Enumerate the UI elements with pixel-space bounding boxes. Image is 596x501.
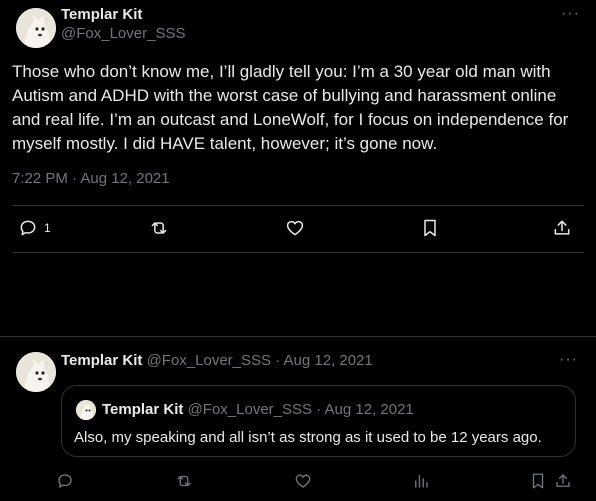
retweet-icon: [148, 218, 170, 238]
reply-author-avatar[interactable]: [16, 352, 56, 392]
quoted-author-name: Templar Kit: [102, 401, 184, 418]
retweet-button[interactable]: [148, 218, 170, 238]
tweet-text: Those who don’t know me, I’ll gladly tel…: [12, 62, 569, 153]
retweet-icon: [174, 472, 194, 490]
quoted-author-avatar: [76, 400, 96, 420]
heart-icon: [294, 472, 312, 490]
reply-author-name[interactable]: Templar Kit: [61, 352, 142, 369]
quoted-meta: @Fox_Lover_SSS · Aug 12, 2021: [187, 401, 414, 418]
bookmark-icon: [529, 472, 547, 490]
heart-icon: [285, 218, 305, 238]
quoted-tweet[interactable]: Templar Kit @Fox_Lover_SSS · Aug 12, 202…: [61, 385, 576, 457]
reply-icon: [56, 472, 74, 490]
reply-actions: [56, 470, 584, 494]
reply-like-button[interactable]: [294, 472, 312, 490]
reply-retweet-button[interactable]: [174, 472, 194, 490]
reply-meta[interactable]: @Fox_Lover_SSS · Aug 12, 2021: [147, 352, 373, 369]
share-icon: [552, 218, 572, 238]
reply-bookmark-button[interactable]: [529, 472, 547, 490]
like-button[interactable]: [285, 218, 305, 238]
author-name[interactable]: Templar Kit: [61, 6, 142, 23]
bookmark-icon: [420, 218, 440, 238]
reply-views-button[interactable]: [412, 472, 430, 490]
quoted-header: Templar Kit @Fox_Lover_SSS · Aug 12, 202…: [102, 401, 414, 418]
share-button[interactable]: [552, 218, 572, 238]
reply-count: 1: [44, 221, 51, 235]
tweet-timestamp[interactable]: 7:22 PM · Aug 12, 2021: [12, 170, 170, 187]
reply-button[interactable]: 1: [18, 218, 51, 238]
quoted-text: Also, my speaking and all isn’t as stron…: [74, 429, 542, 446]
tweet-actions: 1: [12, 206, 584, 252]
reply-reply-button[interactable]: [56, 472, 74, 490]
reply-more-options-button[interactable]: ···: [559, 352, 578, 368]
more-options-button[interactable]: ···: [561, 6, 580, 22]
section-separator: [0, 336, 596, 337]
divider: [12, 252, 584, 253]
share-icon: [554, 472, 572, 490]
author-avatar[interactable]: [16, 8, 56, 48]
author-handle[interactable]: @Fox_Lover_SSS: [61, 25, 185, 42]
bookmark-button[interactable]: [420, 218, 440, 238]
reply-share-button[interactable]: [554, 472, 572, 490]
reply-header: Templar Kit @Fox_Lover_SSS · Aug 12, 202…: [61, 352, 373, 369]
reply-icon: [18, 218, 38, 238]
views-icon: [412, 472, 430, 490]
